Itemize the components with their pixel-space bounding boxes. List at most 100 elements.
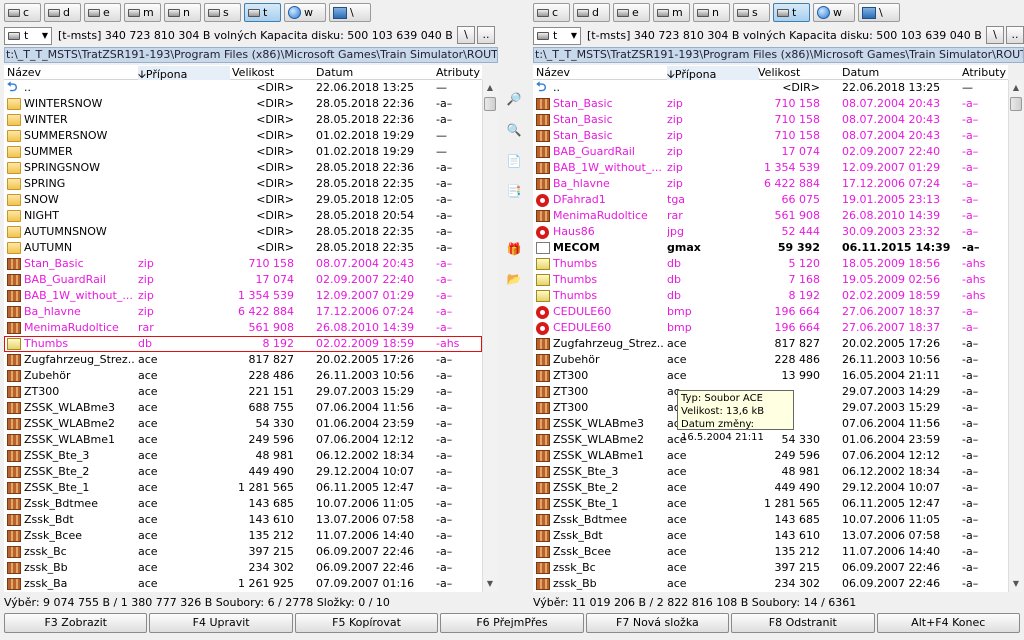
file-row[interactable]: Stan_Basic zip 710 158 08.07.2004 20:43 -a– xyxy=(533,96,1008,112)
left-file-list[interactable]: ⮌.. <DIR> 22.06.2018 13:25— WINTERSNOW <DIR>… xyxy=(4,80,482,592)
file-row[interactable]: MECOM gmax 59 392 06.11.2015 14:39 -a– xyxy=(533,240,1008,256)
right-path-bar[interactable]: t:\_T_T_MSTS\TratZSR191-193\Program File… xyxy=(533,47,1024,63)
file-row[interactable]: Zssk_Bdtmee ace 143 685 10.07.2006 11:05 -a– xyxy=(4,496,482,512)
scroll-down-icon[interactable]: ▼ xyxy=(483,576,497,592)
col-date[interactable]: Datum xyxy=(842,66,879,79)
file-row[interactable]: BAB_1W_without_... zip 1 354 539 12.09.2007… xyxy=(533,160,1008,176)
file-row[interactable]: MenimaRudoltice rar 561 908 26.08.2010 14:3… xyxy=(533,208,1008,224)
fkey-button-8[interactable]: F8 Odstranit xyxy=(731,613,875,633)
file-row[interactable]: Ba_hlavne zip 6 422 884 17.12.2006 07:24 -a– xyxy=(533,176,1008,192)
file-row[interactable]: ZSSK_Bte_1 ace 1 281 565 06.11.2005 12:47 -a… xyxy=(4,480,482,496)
scroll-up-icon[interactable]: ▲ xyxy=(483,80,497,96)
col-size[interactable]: Velikost xyxy=(232,66,274,79)
file-row[interactable]: Thumbs db 8 192 02.02.2009 18:59 -ahs xyxy=(4,336,482,352)
file-row[interactable]: ZSSK_WLABme2 ace 54 330 01.06.2004 23:59 -a– xyxy=(4,416,482,432)
file-row[interactable]: BAB_GuardRail zip 17 074 02.09.2007 22:40 -a… xyxy=(4,272,482,288)
file-row[interactable]: Zssk_Bdtmee ace 143 685 10.07.2006 11:05 -a– xyxy=(533,512,1008,528)
file-row[interactable]: Zugfahrzeug_Strez... ace 817 827 20.02.2005… xyxy=(4,352,482,368)
fkey-button-4[interactable]: F4 Upravit xyxy=(149,613,293,633)
file-row[interactable]: SUMMERSNOW <DIR> 01.02.2018 19:29 — xyxy=(4,128,482,144)
drive-button-m[interactable]: m xyxy=(124,3,161,22)
left-scrollbar[interactable]: ▲ ▼ xyxy=(482,80,497,592)
file-row[interactable]: Stan_Basic zip 710 158 08.07.2004 20:43 -a– xyxy=(4,256,482,272)
right-root-button[interactable]: \ xyxy=(986,26,1004,44)
file-row[interactable]: BAB_1W_without_... zip 1 354 539 12.09.2007… xyxy=(4,288,482,304)
col-attributes[interactable]: Atributy xyxy=(962,66,1006,79)
file-row[interactable]: zssk_Bb ace 234 302 06.09.2007 22:46 -a– xyxy=(4,560,482,576)
compare-icon[interactable]: 📑 xyxy=(505,182,523,200)
file-row[interactable]: SPRING <DIR> 28.05.2018 22:35 -a– xyxy=(4,176,482,192)
right-file-list[interactable]: ⮌.. <DIR> 22.06.2018 13:25— Stan_Basic zip 71… xyxy=(533,80,1008,592)
file-row[interactable]: Thumbs db 7 168 19.05.2009 02:56 -ahs xyxy=(533,272,1008,288)
file-row[interactable]: ZSSK_Bte_3 ace 48 981 06.12.2002 18:34 -a– xyxy=(533,464,1008,480)
file-row[interactable]: ZSSK_Bte_2 ace 449 490 29.12.2004 10:07 -a– xyxy=(4,464,482,480)
fkey-button-9[interactable]: Alt+F4 Konec xyxy=(876,613,1020,633)
file-row[interactable]: NIGHT <DIR> 28.05.2018 20:54 -a– xyxy=(4,208,482,224)
file-row[interactable]: ZSSK_WLABme1 ace 249 596 07.06.2004 12:12 -a… xyxy=(4,432,482,448)
drive-button-c[interactable]: c xyxy=(4,3,41,22)
pack-icon[interactable]: 🎁 xyxy=(505,240,523,258)
find-icon[interactable]: 🔎 xyxy=(505,90,523,108)
file-row[interactable]: CEDULE60 bmp 196 664 27.06.2007 18:37 -a– xyxy=(533,304,1008,320)
file-row[interactable]: zssk_Bc ace 397 215 06.09.2007 22:46 -a– xyxy=(4,544,482,560)
file-row[interactable]: WINTERSNOW <DIR> 28.05.2018 22:36 -a– xyxy=(4,96,482,112)
scroll-thumb[interactable] xyxy=(484,97,496,111)
file-row[interactable]: Thumbs db 5 120 18.05.2009 18:56 -ahs xyxy=(533,256,1008,272)
file-row[interactable]: Zssk_Bdt ace 143 610 13.07.2006 07:58 -a– xyxy=(4,512,482,528)
left-root-button[interactable]: \ xyxy=(457,26,475,44)
file-row[interactable]: BAB_GuardRail zip 17 074 02.09.2007 22:40 -a… xyxy=(533,144,1008,160)
drive-button-t[interactable]: t xyxy=(773,3,810,22)
file-row[interactable]: AUTUMNSNOW <DIR> 28.05.2018 22:35 -a– xyxy=(4,224,482,240)
file-row[interactable]: Zubehör ace 228 486 26.11.2003 10:56 -a– xyxy=(4,368,482,384)
drive-button-n[interactable]: n xyxy=(164,3,201,22)
file-row[interactable]: Zssk_Bcee ace 135 212 11.07.2006 14:40 -a– xyxy=(533,544,1008,560)
sync-icon[interactable]: 📂 xyxy=(505,270,523,288)
file-row[interactable]: ZT300 ace 221 151 29.07.2003 15:29 -a– xyxy=(4,384,482,400)
right-scrollbar[interactable]: ▲ ▼ xyxy=(1008,80,1023,592)
fkey-button-5[interactable]: F5 Kopírovat xyxy=(294,613,439,633)
file-row[interactable]: Zubehör ace 228 486 26.11.2003 10:56 -a– xyxy=(533,352,1008,368)
file-row[interactable]: DFahrad1 tga 66 075 19.01.2005 23:13 -a– xyxy=(533,192,1008,208)
col-name[interactable]: Název xyxy=(7,66,41,79)
file-row[interactable]: zssk_Ba ace 1 261 925 07.09.2007 01:16 -a– xyxy=(4,576,482,592)
drive-button-t[interactable]: t xyxy=(244,3,281,22)
drive-button-e[interactable]: e xyxy=(613,3,650,22)
file-row[interactable]: CEDULE60 bmp 196 664 27.06.2007 18:37 -a– xyxy=(533,320,1008,336)
drive-button-d[interactable]: d xyxy=(573,3,610,22)
left-path-bar[interactable]: t:\_T_T_MSTS\TratZSR191-193\Program File… xyxy=(4,47,498,63)
fkey-button-6[interactable]: F6 PřejmPřes xyxy=(440,613,584,633)
col-size[interactable]: Velikost xyxy=(758,66,800,79)
file-row[interactable]: Zssk_Bdt ace 143 610 13.07.2006 07:58 -a– xyxy=(533,528,1008,544)
drive-button-network[interactable]: \ xyxy=(858,3,900,22)
fkey-button-3[interactable]: F3 Zobrazit xyxy=(4,613,148,633)
file-row[interactable]: SPRINGSNOW <DIR> 28.05.2018 22:36 -a– xyxy=(4,160,482,176)
file-row[interactable]: Stan_Basic zip 710 158 08.07.2004 20:43 -a– xyxy=(533,128,1008,144)
drive-button-c[interactable]: c xyxy=(533,3,570,22)
drive-button-s[interactable]: s xyxy=(204,3,241,22)
file-row[interactable]: Zugfahrzeug_Strez... ace 817 827 20.02.2005… xyxy=(533,336,1008,352)
file-row[interactable]: ZSSK_Bte_2 ace 449 490 29.12.2004 10:07 -a– xyxy=(533,480,1008,496)
file-row[interactable]: ⮌.. <DIR> 22.06.2018 13:25 — xyxy=(533,80,1008,96)
drive-button-e[interactable]: e xyxy=(84,3,121,22)
left-up-button[interactable]: .. xyxy=(477,26,495,44)
file-row[interactable]: MenimaRudoltice rar 561 908 26.08.2010 14:3… xyxy=(4,320,482,336)
fkey-button-7[interactable]: F7 Nová složka xyxy=(585,613,730,633)
file-row[interactable]: ZSSK_Bte_3 ace 48 981 06.12.2002 18:34 -a– xyxy=(4,448,482,464)
drive-button-d[interactable]: d xyxy=(44,3,81,22)
file-row[interactable]: Haus86 jpg 52 444 30.09.2003 23:32 -a– xyxy=(533,224,1008,240)
drive-button-m[interactable]: m xyxy=(653,3,690,22)
file-row[interactable]: Zssk_Bcee ace 135 212 11.07.2006 14:40 -a– xyxy=(4,528,482,544)
filter-icon[interactable]: 🔍 xyxy=(505,121,523,139)
file-row[interactable]: SNOW <DIR> 29.05.2018 12:05 -a– xyxy=(4,192,482,208)
right-up-button[interactable]: .. xyxy=(1006,26,1024,44)
file-row[interactable]: WINTER <DIR> 28.05.2018 22:36 -a– xyxy=(4,112,482,128)
file-row[interactable]: zssk_Bc ace 397 215 06.09.2007 22:46 -a– xyxy=(533,560,1008,576)
file-row[interactable]: Ba_hlavne zip 6 422 884 17.12.2006 07:24 -a– xyxy=(4,304,482,320)
col-date[interactable]: Datum xyxy=(316,66,353,79)
file-row[interactable]: ZSSK_WLABme1 ace 249 596 07.06.2004 12:12 -a… xyxy=(533,448,1008,464)
drive-button-w[interactable]: w xyxy=(284,3,326,22)
file-row[interactable]: AUTUMN <DIR> 28.05.2018 22:35 -a– xyxy=(4,240,482,256)
col-name[interactable]: Název xyxy=(536,66,570,79)
file-row[interactable]: ZT300 ace 13 990 16.05.2004 21:11 -a– xyxy=(533,368,1008,384)
file-row[interactable]: Stan_Basic zip 710 158 08.07.2004 20:43 -a– xyxy=(533,112,1008,128)
